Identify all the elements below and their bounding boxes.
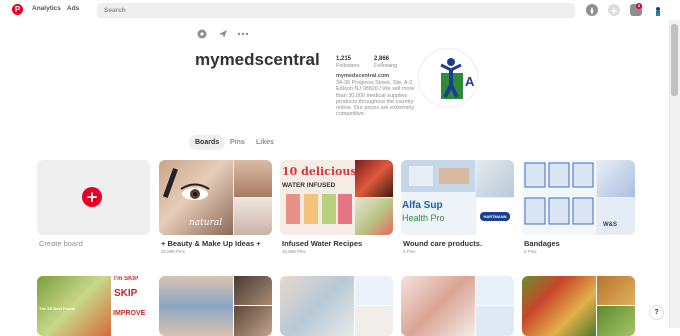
board-cover-beauty[interactable]: natural bbox=[159, 160, 272, 235]
board-title[interactable]: Wound care products. bbox=[403, 239, 482, 248]
profile-avatar[interactable]: A bbox=[418, 48, 478, 108]
add-board-plus-icon[interactable]: + bbox=[82, 187, 102, 207]
create-board-label: Create board bbox=[39, 239, 83, 248]
board-image bbox=[522, 276, 596, 336]
board-image bbox=[476, 160, 514, 197]
top-navigation-bar: P Analytics Ads Search 8 bbox=[0, 0, 680, 20]
analytics-link[interactable]: Analytics bbox=[32, 5, 61, 12]
board-title[interactable]: + Beauty & Make Up Ideas + bbox=[161, 239, 261, 248]
board-image: 10 delicious WATER INFUSED bbox=[280, 160, 357, 235]
board-image: Alfa Sup Health Pro bbox=[401, 160, 475, 235]
board-cover-health[interactable] bbox=[280, 276, 393, 336]
user-avatar-icon[interactable] bbox=[652, 4, 664, 16]
scrollbar-thumb[interactable] bbox=[671, 24, 678, 96]
board-cover-recipes[interactable] bbox=[522, 276, 635, 336]
followers-count[interactable]: 1,215 bbox=[336, 56, 351, 62]
explore-compass-icon[interactable] bbox=[586, 4, 598, 16]
improve-overlay-text: IMPROVE bbox=[113, 310, 146, 317]
settings-icon[interactable] bbox=[197, 29, 207, 42]
board-image bbox=[597, 160, 635, 197]
board-image: W&S bbox=[597, 198, 635, 235]
board-title[interactable]: Infused Water Recipes bbox=[282, 239, 362, 248]
following-count[interactable]: 2,866 bbox=[374, 56, 389, 62]
board-image bbox=[355, 160, 393, 197]
wound-overlay-text: Alfa Sup bbox=[402, 200, 443, 211]
board-image bbox=[522, 160, 596, 235]
bandage-overlay-text: W&S bbox=[603, 222, 617, 228]
add-pin-icon[interactable] bbox=[608, 4, 620, 16]
board-cover-infused-water[interactable]: 10 delicious WATER INFUSED bbox=[280, 160, 393, 235]
beauty-overlay-text: natural bbox=[189, 218, 223, 228]
more-options-icon[interactable] bbox=[237, 29, 249, 42]
tab-pins[interactable]: Pins bbox=[224, 135, 251, 150]
board-image bbox=[355, 198, 393, 235]
wound-overlay-subtext: Health Pro bbox=[402, 213, 445, 223]
notification-badge: 8 bbox=[636, 3, 642, 9]
avatar-letter: A bbox=[465, 74, 475, 89]
help-button[interactable]: ? bbox=[649, 305, 664, 320]
board-image bbox=[280, 276, 354, 336]
skip-overlay-text-2: SKIP bbox=[114, 288, 138, 299]
skip-overlay-text: I'm SKIP bbox=[114, 276, 139, 282]
board-image bbox=[476, 276, 514, 305]
board-cover-dressings[interactable] bbox=[401, 276, 514, 336]
website-link[interactable]: mymedscentral.com bbox=[336, 73, 389, 79]
infused-overlay-subtitle: WATER INFUSED bbox=[282, 182, 336, 189]
board-image bbox=[597, 306, 635, 336]
board-image: HARTMANN bbox=[476, 198, 514, 235]
board-image bbox=[355, 306, 393, 336]
board-cover-fitness[interactable] bbox=[159, 276, 272, 336]
board-cover-bandages[interactable]: W&S bbox=[522, 160, 635, 235]
tab-boards[interactable]: Boards bbox=[189, 135, 226, 150]
board-image bbox=[597, 276, 635, 305]
board-cover-food[interactable]: The 5S Best Foods I'm SKIP SKIP IMPROVE bbox=[37, 276, 150, 336]
tab-likes[interactable]: Likes bbox=[250, 135, 280, 150]
board-pin-count: 10,608 Pins bbox=[282, 249, 306, 254]
board-image: IMPROVE bbox=[112, 306, 150, 336]
share-send-icon[interactable] bbox=[218, 29, 228, 42]
ads-link[interactable]: Ads bbox=[67, 5, 79, 12]
followers-label[interactable]: Followers bbox=[336, 63, 360, 69]
wound-brand-label: HARTMANN bbox=[480, 212, 510, 221]
board-image bbox=[355, 276, 393, 305]
search-input[interactable]: Search bbox=[97, 3, 575, 18]
profile-name: mymedscentral bbox=[195, 50, 320, 69]
board-image bbox=[234, 276, 272, 305]
board-cover-wound-care[interactable]: Alfa Sup Health Pro HARTMANN bbox=[401, 160, 514, 235]
board-image: The 5S Best Foods bbox=[37, 276, 111, 336]
board-image bbox=[476, 306, 514, 336]
board-pin-count: 9 Pins bbox=[403, 249, 416, 254]
infused-overlay-title: 10 delicious bbox=[282, 165, 357, 178]
board-image: natural bbox=[159, 160, 233, 235]
board-image bbox=[234, 198, 272, 235]
board-title[interactable]: Bandages bbox=[524, 239, 560, 248]
board-image bbox=[159, 276, 233, 336]
food-overlay-text: The 5S Best Foods bbox=[39, 306, 76, 311]
profile-about: 34-36 Progress Street, Ste. A-2 Edison N… bbox=[336, 80, 415, 118]
board-image bbox=[234, 160, 272, 197]
board-pin-count: 6 Pins bbox=[524, 249, 537, 254]
board-image: I'm SKIP SKIP bbox=[112, 276, 150, 305]
board-pin-count: 32,898 Pins bbox=[161, 249, 185, 254]
board-image bbox=[234, 306, 272, 336]
board-image bbox=[401, 276, 475, 336]
pinterest-logo-icon[interactable]: P bbox=[12, 4, 23, 15]
following-label[interactable]: Following bbox=[374, 63, 397, 69]
